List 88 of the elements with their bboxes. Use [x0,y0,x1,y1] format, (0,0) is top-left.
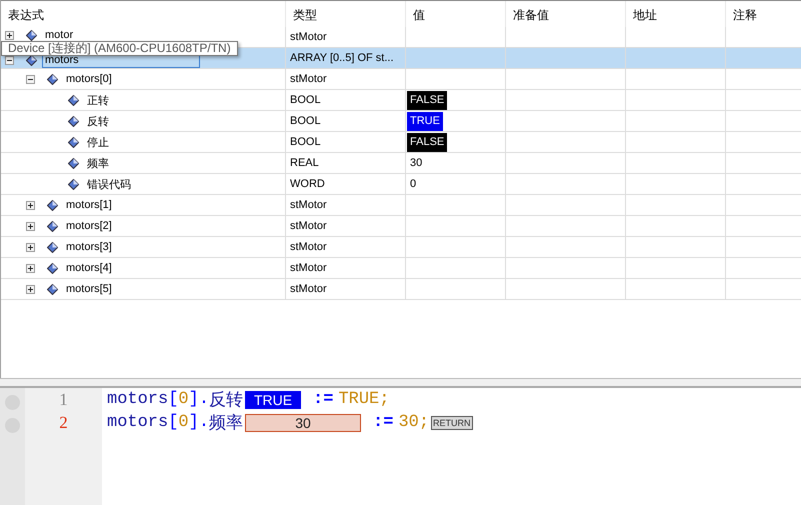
variable-icon [68,136,79,148]
expression-text: motors[2] [65,219,113,233]
expand-icon[interactable] [26,200,35,210]
variable-icon [47,242,58,252]
collapse-icon[interactable] [26,74,35,84]
type-text: stMotor [290,283,327,295]
expand-icon[interactable] [26,264,35,272]
type-text: ARRAY [0..5] OF st... [290,52,394,64]
variable-icon [68,116,79,126]
watch-row[interactable]: 错误代码 WORD 0 [1,174,801,195]
expand-icon[interactable] [26,284,35,294]
variable-icon [26,30,37,41]
variable-icon [47,220,58,232]
watch-row[interactable]: motors[2] stMotor [1,216,801,237]
code-token: 频率 [209,412,244,434]
column-header[interactable]: 表达式 [1,1,286,27]
value-text: 30 [409,156,424,171]
expression-text: 停止 [86,136,110,150]
code-token: 0 [178,390,189,409]
expression-text: motors[1] [65,198,113,212]
code-token: := [373,413,394,432]
variable-icon [68,94,79,106]
type-text: stMotor [290,31,327,43]
expression-text: motors[5] [65,282,113,296]
expression-text: motors[0] [65,72,113,86]
value-text: TRUE [407,112,443,130]
expression-text: 错误代码 [86,178,132,192]
value-text: 0 [409,177,418,192]
collapse-icon[interactable] [5,56,14,64]
line-number: 1 [59,390,68,410]
watch-row[interactable]: 频率 REAL 30 [1,153,801,174]
type-text: WORD [290,178,325,190]
watch-row[interactable]: motors[5] stMotor [1,279,801,300]
code-token: 反转 [209,390,244,411]
expression-text: motor [44,28,74,42]
variable-icon [47,200,58,210]
variable-icon [68,178,79,190]
value-text: FALSE [407,90,448,110]
monitor-value: 30 [245,414,362,432]
tooltip: Device [连接的] (AM600-CPU1608TP/TN) [1,41,238,56]
code-token: := [313,390,334,409]
type-text: stMotor [290,262,327,274]
type-text: stMotor [290,241,327,253]
expand-icon[interactable] [26,242,35,252]
variable-icon [47,262,58,274]
monitor-value: TRUE [245,390,302,408]
code-token: ]. [188,413,210,432]
type-text: stMotor [290,220,327,232]
type-text: stMotor [290,199,327,211]
expression-text: motors [43,53,199,67]
column-header[interactable]: 准备值 [506,1,626,27]
type-text: REAL [290,157,319,169]
code-token: motors [107,390,168,409]
type-text: BOOL [290,115,321,127]
code-token: 0 [178,413,189,432]
expand-icon[interactable] [5,31,14,40]
variable-icon [47,74,58,84]
expression-text: 正转 [86,94,110,108]
watch-row[interactable]: 停止 BOOL FALSE [1,132,801,153]
code-token: 30; [398,413,430,432]
watch-row[interactable]: motors[4] stMotor [1,258,801,279]
expand-icon[interactable] [26,222,35,230]
watch-row[interactable]: 正转 BOOL FALSE [1,90,801,111]
watch-row[interactable]: motors[3] stMotor [1,237,801,258]
column-header[interactable]: 地址 [626,1,726,27]
code-token: motors [107,413,168,432]
value-text: FALSE [407,132,448,152]
expression-text: motors[3] [65,240,113,254]
watch-row[interactable]: 反转 BOOL TRUE [1,111,801,132]
expression-text: motors[4] [65,261,113,275]
column-header[interactable]: 注释 [726,1,801,27]
variable-icon [68,158,79,168]
watch-row[interactable]: motors[0] stMotor [1,69,801,90]
code-token: [ [168,413,178,432]
type-text: BOOL [290,94,321,106]
code-token: TRUE; [338,390,390,409]
line-number: 2 [59,412,68,432]
code-token: ]. [188,390,210,409]
return-badge: RETURN [431,416,473,430]
column-header[interactable]: 类型 [286,1,406,27]
watch-row[interactable]: motors[1] stMotor [1,195,801,216]
code-token: [ [168,390,178,409]
variable-icon [47,284,58,294]
column-header[interactable]: 值 [406,1,506,27]
expression-text: 频率 [86,156,110,172]
type-text: BOOL [290,136,321,148]
expression-text: 反转 [86,114,110,130]
type-text: stMotor [290,73,327,85]
